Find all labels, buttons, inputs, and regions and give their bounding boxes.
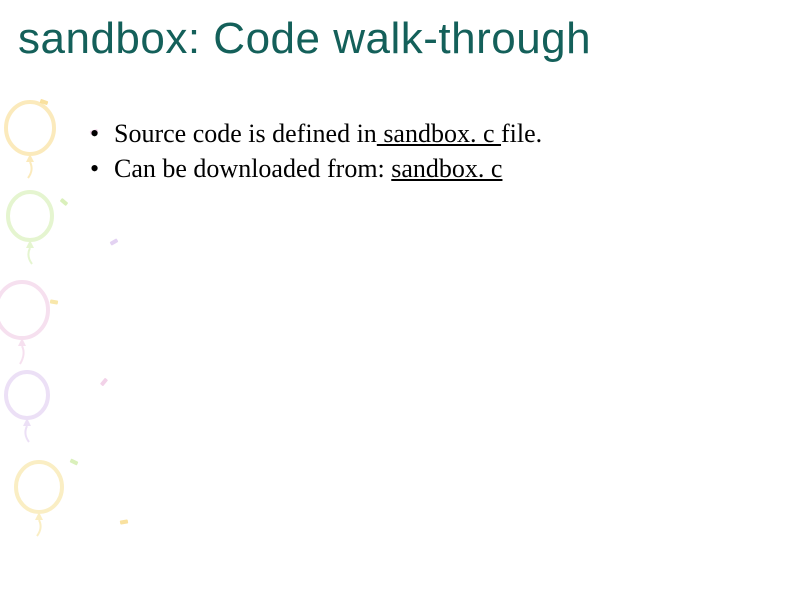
bullet-text: file. bbox=[501, 119, 542, 148]
balloon-decoration bbox=[0, 280, 54, 366]
link-sandbox-c[interactable]: sandbox. c bbox=[391, 154, 502, 183]
slide: sandbox: Code walk-through Source code i… bbox=[0, 0, 794, 595]
slide-body: Source code is defined in sandbox. c fil… bbox=[90, 118, 750, 187]
slide-title: sandbox: Code walk-through bbox=[18, 14, 778, 64]
balloon-decoration bbox=[0, 100, 60, 180]
link-sandbox-c[interactable]: sandbox. c bbox=[377, 119, 501, 148]
bullet-item: Source code is defined in sandbox. c fil… bbox=[90, 118, 750, 151]
bullet-text: Can be downloaded from: bbox=[114, 154, 391, 183]
balloon-decoration bbox=[0, 370, 54, 444]
balloon-decoration bbox=[10, 460, 68, 538]
bullet-text: Source code is defined in bbox=[114, 119, 377, 148]
balloon-decoration bbox=[2, 190, 58, 266]
bullet-item: Can be downloaded from: sandbox. c bbox=[90, 153, 750, 186]
